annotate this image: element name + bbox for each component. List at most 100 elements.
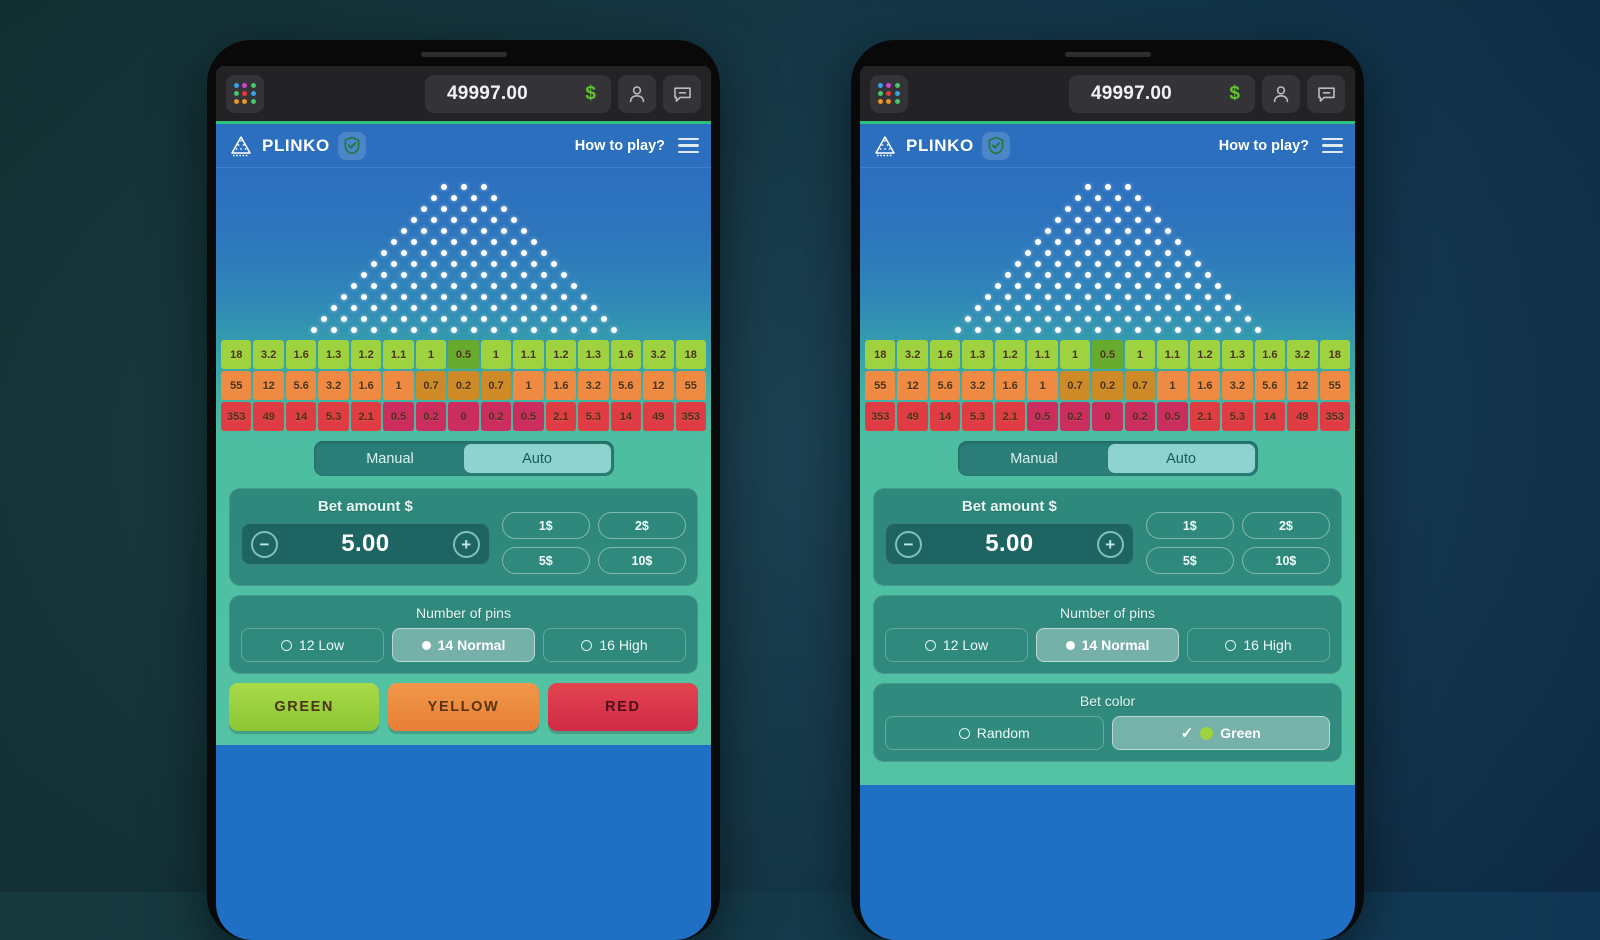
pins-option-label: 12 Low (298, 637, 345, 653)
quick-bet-5[interactable]: 5$ (1145, 547, 1234, 574)
controls-panel: Manual Auto Bet amount $ − 5.00 + 1$ 2$ … (860, 431, 1355, 785)
pin (1154, 283, 1161, 289)
pin (1024, 294, 1031, 300)
pin (490, 261, 497, 267)
phone-device-right: 49997.00 $ PLINKO How to play? 18 3.2 1.… (851, 40, 1364, 940)
bet-amount-value[interactable]: 5.00 (341, 530, 389, 558)
decrease-bet-button[interactable]: − (251, 530, 278, 558)
apps-grid-icon[interactable] (226, 74, 264, 113)
tab-manual[interactable]: Manual (317, 444, 464, 473)
pin (480, 272, 487, 278)
brand-group: PLINKO (872, 131, 1010, 160)
hamburger-menu-icon[interactable] (1322, 137, 1343, 154)
pin (1164, 272, 1171, 278)
pin (470, 283, 477, 289)
multiplier-cell: 353 (1319, 402, 1351, 431)
pin (420, 294, 427, 300)
bet-yellow-button[interactable]: YELLOW (388, 683, 539, 731)
controls-panel: Manual Auto Bet amount $ − 5.00 + 1$ 2$ … (216, 431, 711, 745)
pin (500, 250, 507, 256)
increase-bet-button[interactable]: + (452, 530, 480, 558)
pin (1154, 305, 1161, 311)
pin-row (400, 228, 527, 234)
pin (430, 305, 437, 311)
chat-bubble-icon[interactable] (663, 74, 701, 113)
hamburger-menu-icon[interactable] (678, 137, 699, 154)
quick-bet-5[interactable]: 5$ (501, 547, 590, 574)
pin (1254, 327, 1261, 333)
pin (1084, 184, 1091, 190)
pin-row (1064, 206, 1151, 212)
bet-red-button[interactable]: RED (547, 683, 698, 731)
chat-bubble-icon[interactable] (1307, 74, 1345, 113)
pin-row (430, 195, 497, 201)
number-of-pins-options: 12 Low 14 Normal 16 High (241, 628, 686, 662)
pin (520, 316, 527, 322)
pin (1134, 305, 1141, 311)
pins-option-12-low[interactable]: 12 Low (241, 628, 384, 662)
pin (1064, 294, 1071, 300)
pins-option-16-high[interactable]: 16 High (543, 628, 686, 662)
multiplier-cell: 353 (220, 402, 252, 431)
multiplier-cell: 0.7 (415, 371, 447, 400)
quick-bet-2[interactable]: 2$ (1241, 512, 1330, 539)
apps-grid-icon[interactable] (870, 74, 908, 113)
person-icon[interactable] (618, 74, 656, 113)
multiplier-cell: 14 (610, 402, 642, 431)
balance-display[interactable]: 49997.00 $ (425, 74, 611, 113)
pin (400, 228, 407, 234)
pin (1054, 261, 1061, 267)
multiplier-cell: 1.2 (1189, 340, 1221, 369)
pin (1094, 283, 1101, 289)
multiplier-cell: 14 (1254, 402, 1286, 431)
shield-check-icon (981, 131, 1010, 160)
quick-bet-10[interactable]: 10$ (1241, 547, 1330, 574)
multiplier-cell: 1 (480, 340, 512, 369)
multiplier-cell: 0.5 (1157, 402, 1188, 431)
bet-green-button[interactable]: GREEN (229, 683, 380, 731)
pin (470, 327, 477, 333)
person-icon[interactable] (1262, 74, 1300, 113)
decrease-bet-button[interactable]: − (895, 530, 922, 558)
quick-bet-10[interactable]: 10$ (597, 547, 686, 574)
bet-color-option-random[interactable]: Random (885, 716, 1104, 750)
tab-auto[interactable]: Auto (1107, 444, 1255, 473)
pin (1044, 228, 1051, 234)
app-topbar: 49997.00 $ (860, 66, 1355, 124)
bet-color-option-label: Random (976, 725, 1030, 741)
bet-color-option-green[interactable]: ✓ Green (1111, 716, 1330, 750)
pins-option-14-normal[interactable]: 14 Normal (392, 628, 535, 662)
pin (540, 272, 547, 278)
pin (520, 250, 527, 256)
pin (510, 283, 517, 289)
pin (1034, 239, 1041, 245)
quick-bet-1[interactable]: 1$ (501, 512, 590, 539)
quick-bet-2[interactable]: 2$ (597, 512, 686, 539)
bet-amount-value[interactable]: 5.00 (985, 530, 1033, 558)
pin (1114, 261, 1121, 267)
increase-bet-button[interactable]: + (1096, 530, 1124, 558)
pin (360, 272, 367, 278)
app-topbar: 49997.00 $ (216, 66, 711, 124)
pins-option-16-high[interactable]: 16 High (1187, 628, 1330, 662)
pin-row (964, 316, 1251, 322)
multiplier-cell: 12 (643, 371, 674, 400)
pin (1154, 239, 1161, 245)
pin (1234, 305, 1241, 311)
balance-display[interactable]: 49997.00 $ (1069, 74, 1255, 113)
pin (450, 195, 457, 201)
game-title: PLINKO (906, 135, 974, 155)
pin (1084, 206, 1091, 212)
pins-option-12-low[interactable]: 12 Low (885, 628, 1028, 662)
phone-device-left: 49997.00 $ PLINKO How to play? 18 3.2 1.… (207, 40, 720, 940)
multiplier-cell: 5.6 (610, 371, 642, 400)
quick-bet-1[interactable]: 1$ (1145, 512, 1234, 539)
tab-manual[interactable]: Manual (961, 444, 1108, 473)
tab-auto[interactable]: Auto (463, 444, 611, 473)
pins-option-14-normal[interactable]: 14 Normal (1036, 628, 1179, 662)
how-to-play-link[interactable]: How to play? (575, 138, 665, 154)
pin (490, 195, 497, 201)
pin (390, 305, 397, 311)
how-to-play-link[interactable]: How to play? (1219, 138, 1309, 154)
pin (530, 305, 537, 311)
